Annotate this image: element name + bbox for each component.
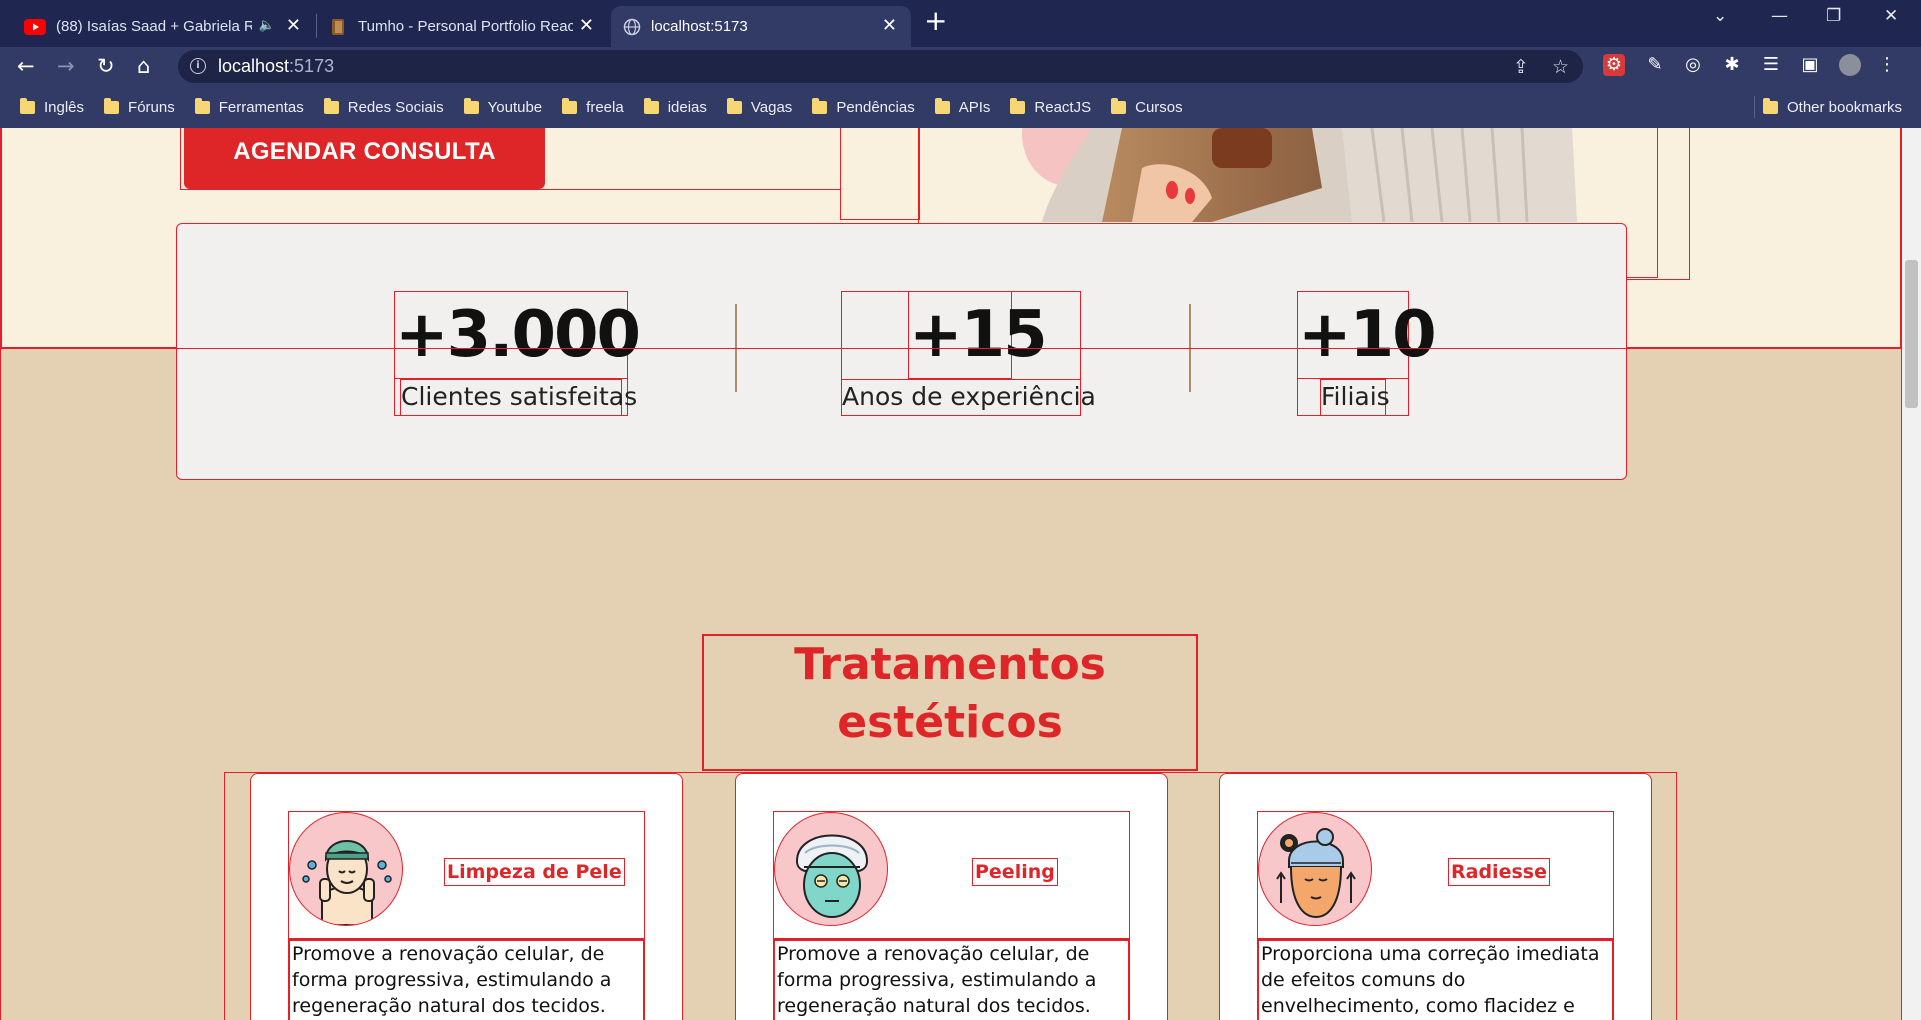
hero-column-gap [840, 128, 920, 220]
tab-strip: (88) Isaías Saad + Gabriela R 🔈 ✕ Tumho … [0, 0, 1921, 47]
bookmark-folder[interactable]: APIs [934, 97, 991, 116]
bookmark-folder[interactable]: ReactJS [1010, 97, 1092, 116]
treatments-section [0, 348, 1902, 1020]
folder-icon [323, 97, 339, 114]
profile-avatar[interactable] [1839, 54, 1861, 76]
bookmark-star-icon[interactable]: ☆ [1552, 56, 1569, 78]
reload-icon[interactable]: ↻ [97, 54, 115, 78]
folder-icon [463, 97, 479, 114]
folder-icon [1010, 97, 1026, 114]
bookmark-label: Other bookmarks [1787, 98, 1903, 116]
folder-icon [104, 97, 120, 114]
address-url[interactable]: localhost:5173 [218, 56, 334, 77]
bookmark-folder[interactable]: Pendências [812, 97, 915, 116]
bookmark-label: Fóruns [128, 98, 175, 116]
tab-title: Tumho - Personal Portfolio React [358, 18, 573, 35]
minimize-icon[interactable]: — [1771, 6, 1788, 26]
restore-icon[interactable]: ❐ [1826, 6, 1841, 26]
tab-separator [316, 14, 317, 38]
bookmark-folder[interactable]: Inglês [20, 97, 85, 116]
other-bookmarks[interactable]: Other bookmarks [1763, 86, 1902, 128]
share-icon[interactable]: ⇪ [1513, 56, 1529, 78]
site-info-icon[interactable]: i [190, 58, 206, 74]
speaker-icon[interactable]: 🔈 [259, 17, 275, 33]
close-tab-icon[interactable]: ✕ [286, 15, 301, 36]
home-icon[interactable]: ⌂ [137, 54, 150, 78]
url-port: :5173 [289, 56, 335, 76]
youtube-icon [24, 18, 46, 35]
close-tab-icon[interactable]: ✕ [579, 15, 594, 36]
back-icon[interactable]: ← [17, 54, 35, 78]
bookmark-folder[interactable]: Youtube [463, 97, 543, 116]
cta-label: AGENDAR CONSULTA [233, 138, 496, 165]
page-viewport: AGENDAR CONSULTA +3.000 Clientes satisfe… [0, 128, 1902, 1020]
side-panel-icon[interactable]: ▣ [1799, 54, 1821, 76]
bookmark-label: ideias [667, 98, 707, 116]
scrollbar-thumb[interactable] [1905, 260, 1918, 408]
bookmark-label: ReactJS [1034, 98, 1092, 116]
browser-toolbar: ← → ↻ ⌂ i localhost:5173 ⇪ ☆ [0, 47, 1921, 86]
folder-icon [20, 97, 35, 114]
folder-icon [1763, 97, 1778, 114]
bookmark-folder[interactable]: Redes Sociais [323, 97, 444, 116]
bookmark-label: Redes Sociais [347, 98, 444, 116]
tab-title: localhost:5173 [651, 18, 748, 35]
bookmark-label: Inglês [44, 98, 85, 116]
bookmarks-separator [1754, 96, 1755, 118]
tab-localhost[interactable]: localhost:5173 ✕ [611, 6, 911, 47]
folder-icon [562, 97, 578, 114]
bookmark-label: Ferramentas [218, 98, 304, 116]
forward-icon[interactable]: → [57, 54, 75, 78]
bookmark-folder[interactable]: freela [562, 97, 624, 116]
folder-icon [1111, 97, 1127, 114]
bookmark-folder[interactable]: Cursos [1111, 97, 1183, 116]
tab-youtube[interactable]: (88) Isaías Saad + Gabriela R 🔈 ✕ [12, 6, 315, 47]
close-window-icon[interactable]: ✕ [1884, 6, 1898, 26]
puzzle-extensions-icon[interactable]: ✱ [1721, 54, 1743, 76]
menu-kebab-icon[interactable]: ⋮ [1876, 54, 1898, 76]
bookmark-folder[interactable]: Fóruns [104, 97, 175, 116]
bookmark-label: Cursos [1135, 98, 1183, 116]
url-host: localhost [218, 56, 290, 76]
extension-icon[interactable]: ⚙ [1603, 54, 1625, 76]
folder-icon [194, 97, 210, 114]
folder-icon [812, 97, 828, 114]
pen-extension-icon[interactable]: ✎ [1644, 54, 1666, 76]
site-icon [332, 18, 344, 35]
bookmark-label: Vagas [750, 98, 793, 116]
bookmarks-bar: Inglês Fóruns Ferramentas Redes Sociais … [0, 86, 1921, 128]
target-extension-icon[interactable]: ◎ [1682, 54, 1704, 76]
bookmark-folder[interactable]: Ferramentas [194, 97, 304, 116]
woman-photo-icon [1012, 128, 1582, 222]
tab-search-chevron-icon[interactable]: ⌄ [1713, 6, 1727, 26]
bookmark-label: freela [586, 98, 624, 116]
close-tab-icon[interactable]: ✕ [882, 15, 897, 36]
new-tab-button[interactable]: + [924, 6, 947, 36]
tab-portfolio[interactable]: Tumho - Personal Portfolio React ✕ [318, 6, 608, 47]
tab-title: (88) Isaías Saad + Gabriela R [56, 18, 252, 35]
folder-icon [643, 97, 659, 114]
bookmark-label: Youtube [487, 98, 543, 116]
globe-icon [623, 18, 641, 35]
address-bar[interactable]: i localhost:5173 ⇪ ☆ [178, 50, 1583, 83]
folder-icon [726, 97, 742, 114]
bookmark-folder[interactable]: ideias [643, 97, 707, 116]
bookmark-label: Pendências [836, 98, 915, 116]
folder-icon [934, 97, 950, 114]
media-control-icon[interactable]: ☰ [1760, 54, 1782, 76]
bookmark-folder[interactable]: Vagas [726, 97, 793, 116]
hero-photo [1012, 128, 1582, 222]
schedule-appointment-button[interactable]: AGENDAR CONSULTA [184, 128, 545, 189]
bookmark-label: APIs [958, 98, 991, 116]
